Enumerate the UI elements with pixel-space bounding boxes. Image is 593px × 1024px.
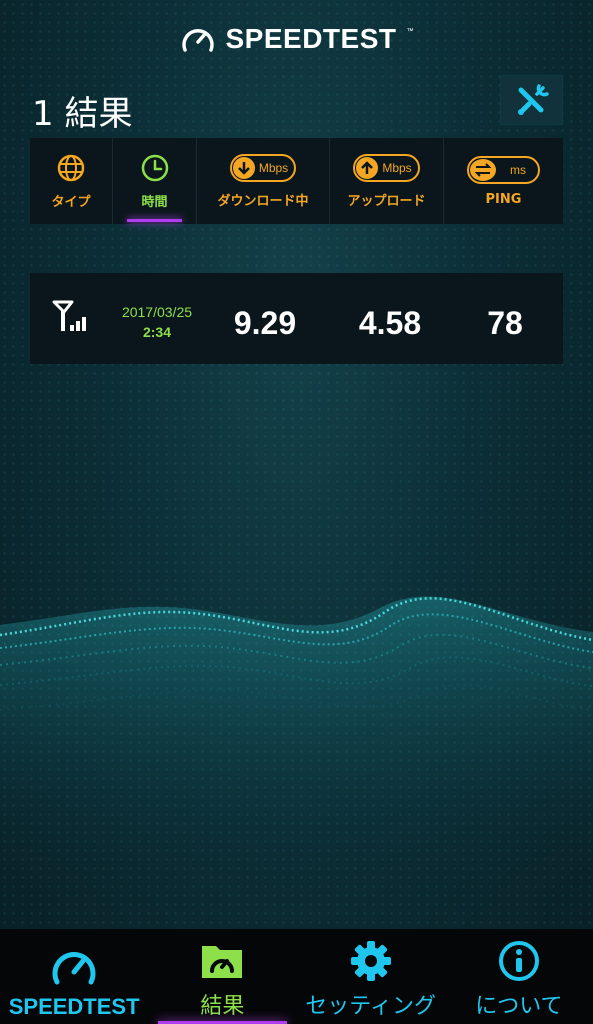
ping-label: PING — [485, 191, 522, 207]
clock-icon — [141, 154, 168, 181]
result-time: 2:34 — [142, 324, 172, 340]
gear-icon — [350, 941, 391, 981]
result-date: 2017/03/25 — [121, 304, 193, 320]
result-download: 9.29 — [233, 305, 297, 341]
download-unit: Mbps — [258, 160, 289, 175]
tab-results-label: 結果 — [200, 994, 245, 1019]
tab-about-label: について — [475, 994, 563, 1019]
result-upload: 4.58 — [358, 305, 422, 341]
results-count-title: 1 結果 — [32, 94, 133, 134]
upload-arrow-icon — [356, 156, 379, 179]
sort-by-download[interactable]: Mbps ダウンロード中 — [197, 138, 330, 224]
tools-icon — [517, 84, 549, 115]
upload-unit: Mbps — [382, 160, 412, 175]
app-header: SPEEDTEST ™ — [0, 0, 593, 78]
results-column-header: タイプ 時間 Mbps ダウンロード中 Mbps アップロード ms PING — [30, 138, 563, 224]
tab-speedtest-label: SPEEDTEST — [8, 994, 140, 1019]
sort-by-type[interactable]: タイプ — [30, 138, 113, 224]
download-unit-pill: Mbps — [229, 153, 297, 182]
download-label: ダウンロード中 — [217, 193, 309, 209]
trademark: ™ — [406, 27, 414, 35]
result-row[interactable]: 2017/03/25 2:34 9.29 4.58 78 — [30, 273, 563, 364]
results-folder-icon — [202, 946, 243, 978]
result-ping: 78 — [487, 305, 523, 341]
upload-unit-pill: Mbps — [353, 153, 420, 182]
bottom-tab-bar: SPEEDTEST 結果 セッティング について — [0, 929, 593, 1024]
sort-by-time[interactable]: 時間 — [113, 138, 197, 224]
tab-settings[interactable]: セッティング — [297, 929, 445, 1024]
tab-settings-label: セッティング — [305, 994, 436, 1019]
speedtest-logo: SPEEDTEST ™ — [180, 23, 414, 55]
tab-results[interactable]: 結果 — [148, 929, 296, 1024]
info-icon — [498, 941, 539, 981]
sort-by-upload[interactable]: Mbps アップロード — [330, 138, 444, 224]
globe-icon — [57, 154, 85, 181]
ping-arrows-icon — [470, 158, 496, 181]
edit-tools-button[interactable] — [500, 75, 563, 125]
download-arrow-icon — [232, 156, 255, 179]
tab-speedtest[interactable]: SPEEDTEST — [0, 929, 148, 1024]
ping-unit: ms — [510, 162, 526, 177]
app-name: SPEEDTEST — [225, 23, 397, 54]
tab-about[interactable]: について — [445, 929, 593, 1024]
ping-unit-pill: ms — [467, 155, 540, 184]
wave-graphic — [0, 596, 593, 900]
upload-label: アップロード — [347, 193, 426, 209]
speedometer-icon — [52, 952, 96, 985]
speedometer-icon — [181, 29, 214, 52]
cellular-signal-icon — [52, 300, 86, 331]
sort-by-ping[interactable]: ms PING — [444, 138, 563, 224]
time-label: 時間 — [141, 194, 168, 210]
type-label: タイプ — [51, 194, 91, 210]
